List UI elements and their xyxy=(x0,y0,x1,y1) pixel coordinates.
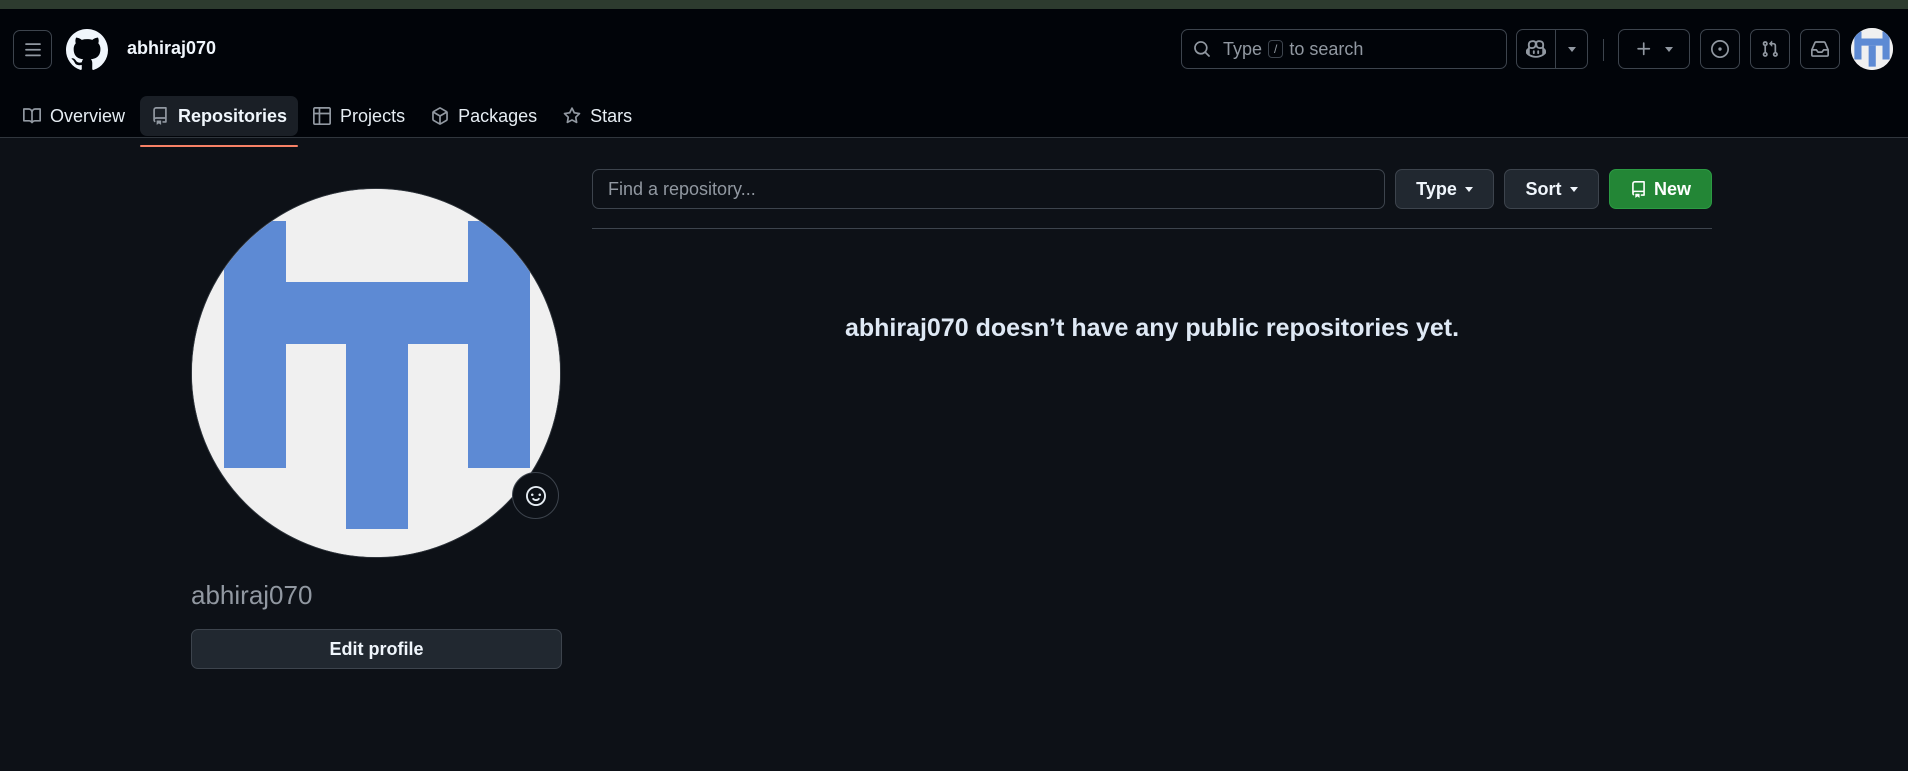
smiley-icon xyxy=(525,485,546,506)
chevron-down-icon xyxy=(1464,186,1473,192)
set-status-button[interactable] xyxy=(512,472,559,519)
tab-overview[interactable]: Overview xyxy=(12,96,136,136)
edit-profile-button[interactable]: Edit profile xyxy=(191,629,562,669)
issues-button[interactable] xyxy=(1700,29,1740,69)
tab-packages[interactable]: Packages xyxy=(420,96,548,136)
search-shortcut-key: / xyxy=(1268,40,1284,58)
global-header: abhiraj070 Type / to search Overview Rep… xyxy=(0,9,1908,147)
star-icon xyxy=(563,107,581,124)
chevron-down-icon xyxy=(1567,46,1576,52)
tab-label: Projects xyxy=(340,105,406,126)
create-new-button[interactable] xyxy=(1618,29,1690,69)
inbox-button[interactable] xyxy=(1800,29,1840,69)
copilot-icon xyxy=(1526,40,1547,58)
tab-label: Packages xyxy=(458,105,538,126)
profile-avatar xyxy=(191,188,561,558)
book-icon xyxy=(23,108,41,124)
new-repository-button[interactable]: New xyxy=(1609,169,1712,209)
search-prefix: Type xyxy=(1223,38,1263,59)
table-icon xyxy=(313,107,332,125)
github-logo-icon[interactable] xyxy=(66,29,108,71)
tab-label: Overview xyxy=(50,105,126,126)
identicon-avatar xyxy=(1851,28,1893,70)
context-username[interactable]: abhiraj070 xyxy=(127,38,216,59)
chevron-down-icon xyxy=(1665,46,1673,52)
repo-icon xyxy=(153,107,167,125)
plus-icon xyxy=(1637,42,1651,56)
type-filter-label: Type xyxy=(1416,178,1457,199)
repo-list-divider xyxy=(592,228,1712,229)
copilot-menu-button[interactable] xyxy=(1556,30,1587,68)
find-repository-input[interactable] xyxy=(592,169,1385,209)
git-pull-request-icon xyxy=(1762,40,1778,57)
pull-requests-button[interactable] xyxy=(1750,29,1790,69)
browser-top-strip xyxy=(0,0,1908,9)
search-suffix: to search xyxy=(1289,38,1364,59)
search-icon xyxy=(1194,41,1210,57)
user-avatar-button[interactable] xyxy=(1851,28,1893,70)
package-icon xyxy=(432,107,448,125)
copilot-button[interactable] xyxy=(1517,30,1557,68)
profile-login: abhiraj070 xyxy=(191,580,313,610)
new-button-label: New xyxy=(1653,178,1691,199)
open-menu-button[interactable] xyxy=(13,30,52,69)
issue-opened-icon xyxy=(1711,40,1729,58)
tab-stars[interactable]: Stars xyxy=(552,96,643,136)
header-separator xyxy=(1603,39,1604,61)
chevron-down-icon xyxy=(1569,186,1578,192)
tab-repositories[interactable]: Repositories xyxy=(140,96,299,147)
global-search[interactable]: Type / to search xyxy=(1181,29,1507,69)
empty-state-message: abhiraj070 doesn’t have any public repos… xyxy=(844,314,1460,342)
inbox-icon xyxy=(1811,41,1829,57)
repo-icon xyxy=(1632,180,1645,198)
sort-label: Sort xyxy=(1525,178,1562,199)
sort-button[interactable]: Sort xyxy=(1504,169,1599,209)
identicon-avatar xyxy=(192,189,560,557)
copilot-button-group xyxy=(1516,29,1588,69)
tab-label: Repositories xyxy=(178,105,288,126)
type-filter-button[interactable]: Type xyxy=(1395,169,1494,209)
hamburger-icon xyxy=(24,42,41,56)
profile-tabs: Overview Repositories Projects Packages … xyxy=(12,96,647,147)
tab-projects[interactable]: Projects xyxy=(302,96,416,136)
tab-label: Stars xyxy=(590,105,633,126)
